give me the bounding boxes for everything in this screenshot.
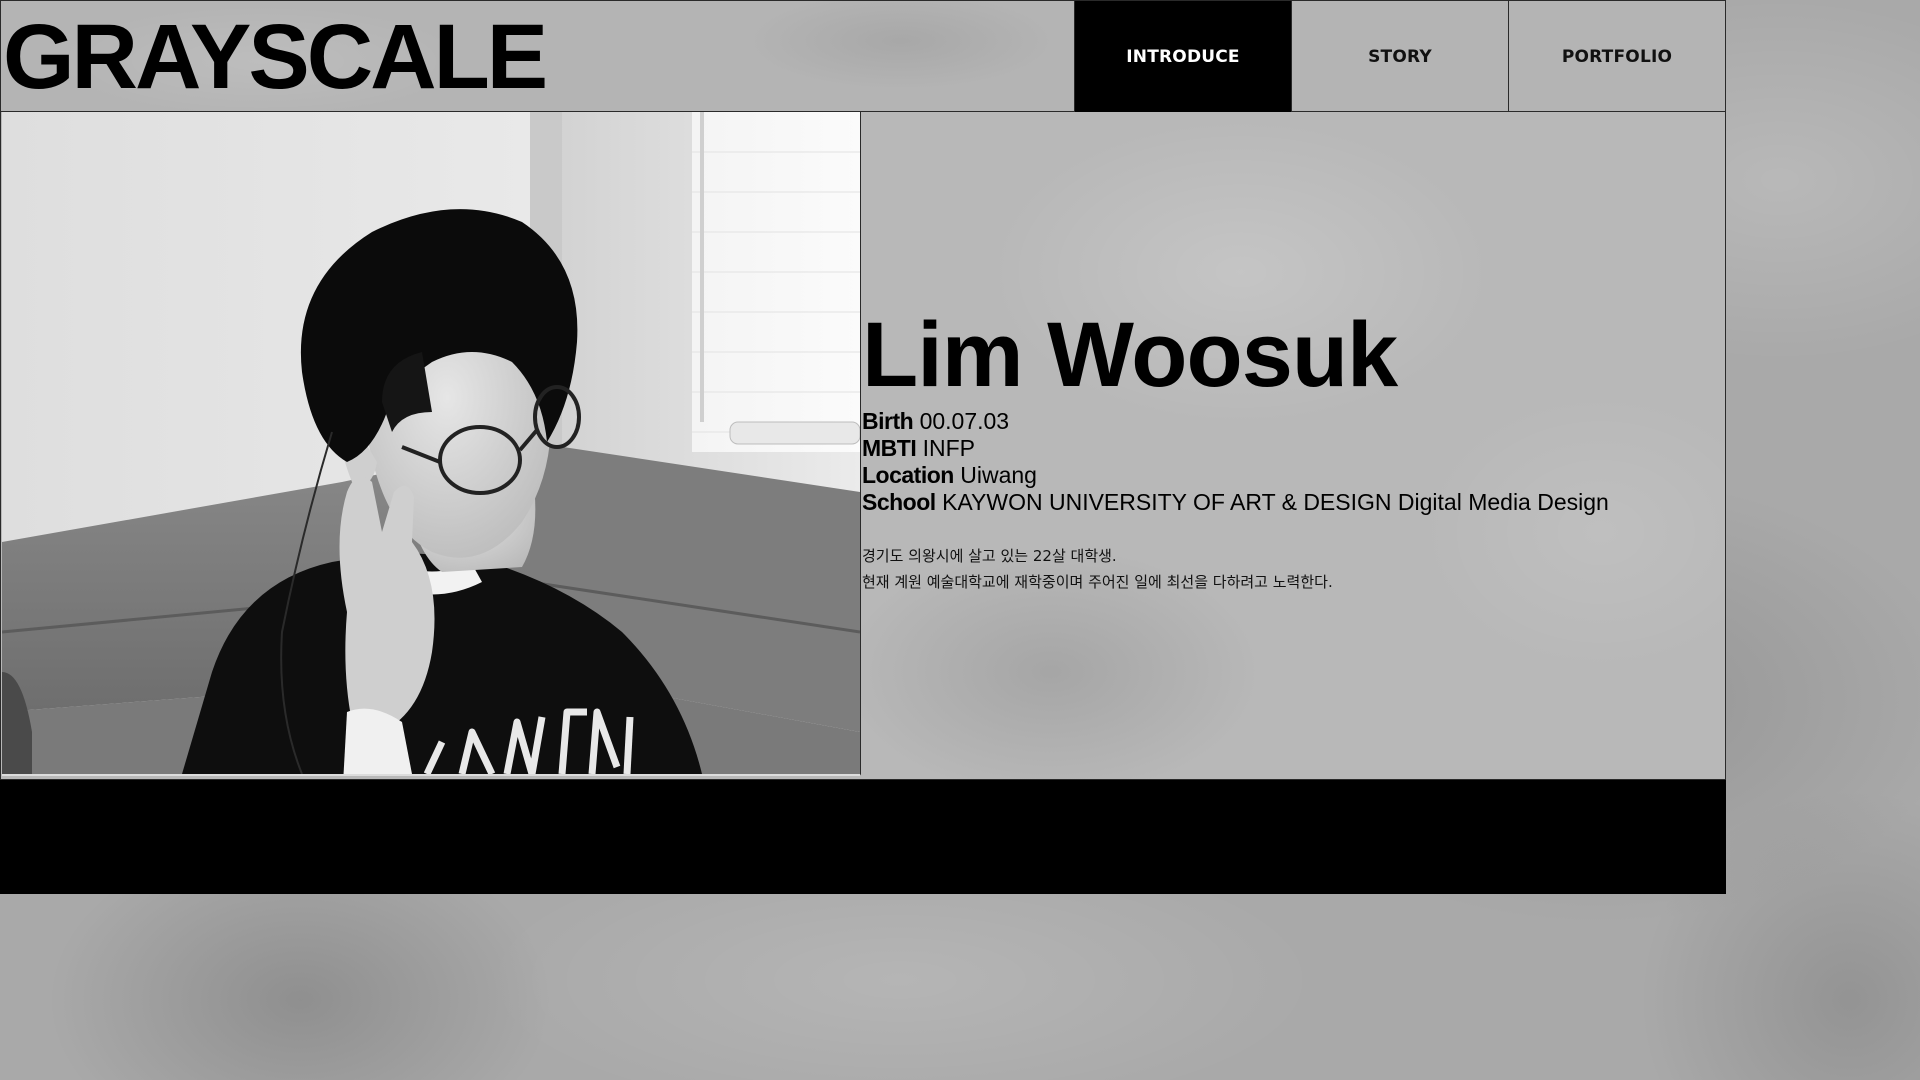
nav-story[interactable]: STORY — [1291, 1, 1508, 112]
fact-label: School — [862, 489, 936, 515]
fact-value: 00.07.03 — [919, 408, 1010, 434]
site-header: GRAYSCALE INTRODUCE STORY PORTFOLIO — [0, 0, 1726, 112]
fact-birth: Birth 00.07.03 — [862, 408, 1609, 435]
fact-value: INFP — [922, 435, 975, 461]
fact-location: Location Uiwang — [862, 462, 1609, 489]
fact-value: Uiwang — [960, 462, 1037, 488]
fact-label: MBTI — [862, 435, 917, 461]
nav-introduce[interactable]: INTRODUCE — [1074, 1, 1291, 112]
nav-portfolio[interactable]: PORTFOLIO — [1508, 1, 1725, 112]
bio-line: 경기도 의왕시에 살고 있는 22살 대학생. — [862, 547, 1117, 565]
main-nav: INTRODUCE STORY PORTFOLIO — [1074, 1, 1725, 113]
introduce-section: Lim Woosuk Birth 00.07.03 MBTI INFP Loca… — [0, 112, 1726, 780]
site-logo[interactable]: GRAYSCALE — [3, 9, 548, 105]
profile-name: Lim Woosuk — [862, 304, 1398, 406]
fact-school: School KAYWON UNIVERSITY OF ART & DESIGN… — [862, 489, 1609, 516]
profile-facts: Birth 00.07.03 MBTI INFP Location Uiwang… — [862, 408, 1609, 516]
profile-bio: 경기도 의왕시에 살고 있는 22살 대학생. 현재 계원 예술대학교에 재학중… — [862, 543, 1333, 595]
profile-photo — [2, 112, 861, 776]
bio-line: 현재 계원 예술대학교에 재학중이며 주어진 일에 최선을 다하려고 노력한다. — [862, 573, 1333, 591]
fact-mbti: MBTI INFP — [862, 435, 1609, 462]
fact-value: KAYWON UNIVERSITY OF ART & DESIGN Digita… — [942, 489, 1609, 515]
profile-info: Lim Woosuk Birth 00.07.03 MBTI INFP Loca… — [862, 112, 1722, 776]
fact-label: Location — [862, 462, 954, 488]
fact-label: Birth — [862, 408, 914, 434]
footer-bar — [0, 780, 1726, 894]
page-frame: GRAYSCALE INTRODUCE STORY PORTFOLIO Lim … — [0, 0, 1726, 894]
